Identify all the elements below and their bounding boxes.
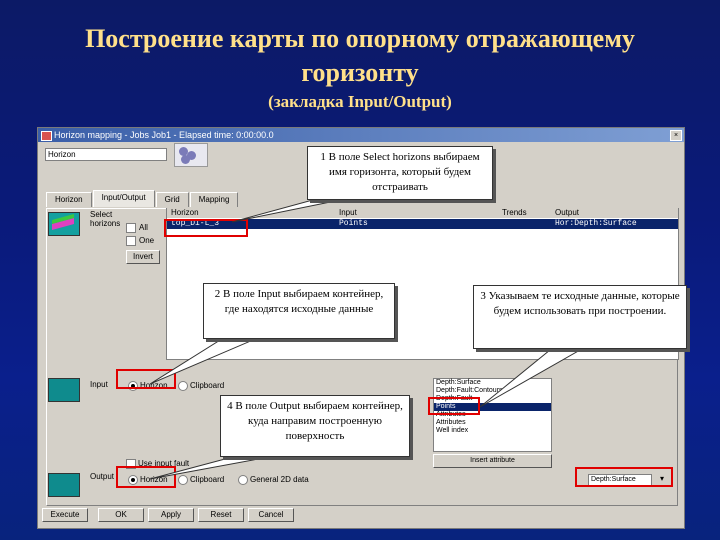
callout-pointers [149, 197, 582, 480]
callout-3: 3 Указываем те исходные данные, которые … [473, 285, 687, 349]
callout-2: 2 В поле Input выбираем контейнер, где н… [203, 283, 395, 339]
callout-4: 4 В поле Output выбираем контейнер, куда… [220, 395, 410, 457]
callout-1: 1 В поле Select horizons выбираем имя го… [307, 146, 493, 200]
